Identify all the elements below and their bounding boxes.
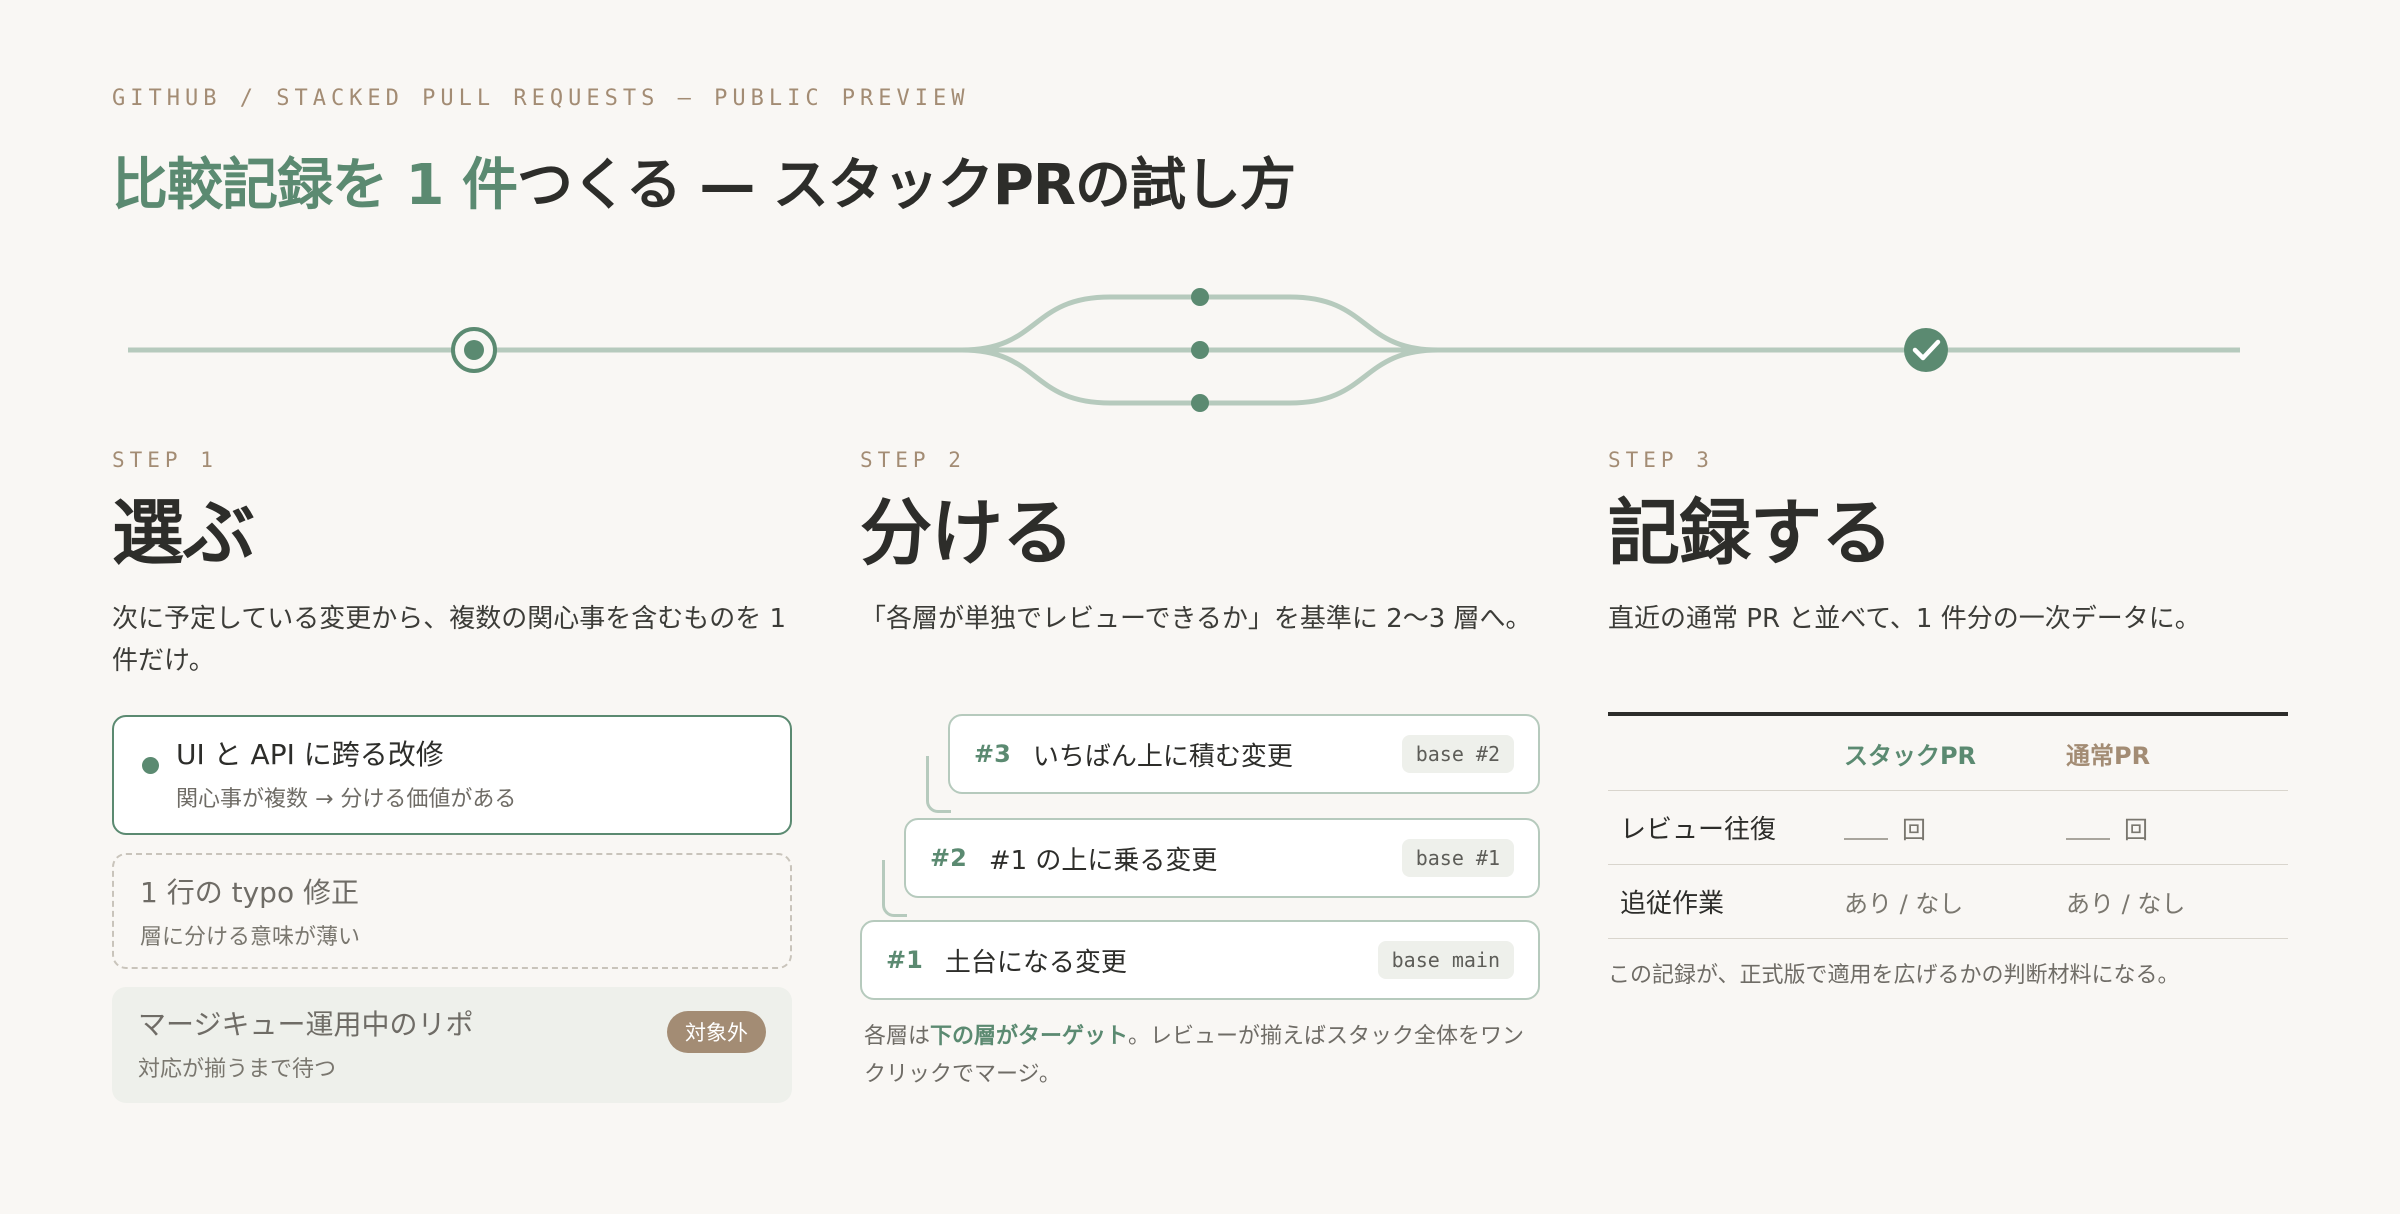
- table-row: レビュー往復 回 回: [1608, 791, 2288, 865]
- option-weak: 1 行の typo 修正 層に分ける意味が薄い: [112, 853, 792, 969]
- note-prefix: 各層は: [864, 1024, 931, 1049]
- option-title: UI と API に跨る改修: [176, 738, 444, 771]
- option-selected: UI と API に跨る改修 関心事が複数 → 分ける価値がある: [112, 715, 792, 835]
- table-header: スタックPR 通常PR: [1608, 712, 2288, 791]
- col-stack-pr: スタックPR: [1843, 741, 1977, 770]
- title-rest: つくる — スタックPRの試し方: [516, 153, 1296, 218]
- option-title: 1 行の typo 修正: [140, 876, 359, 909]
- option-sub: 対応が揃うまで待つ: [138, 1057, 337, 1082]
- target-icon-center: [464, 340, 484, 360]
- check-icon: [1904, 328, 1948, 372]
- option-sub: 層に分ける意味が薄い: [140, 925, 361, 950]
- candidate-options: UI と API に跨る改修 関心事が複数 → 分ける価値がある 1 行の ty…: [112, 715, 792, 1121]
- cell-normal: 回: [2065, 810, 2288, 845]
- step-3: STEP 3 記録する 直近の通常 PR と並べて、1 件分の一次データに。: [1608, 448, 2288, 640]
- blank-field: [1843, 838, 1888, 840]
- step-desc: 次に予定している変更から、複数の関心事を含むものを 1 件だけ。: [112, 603, 787, 676]
- pr-label: いちばん上に積む変更: [1032, 741, 1293, 772]
- step-title: 記録する: [1608, 491, 1893, 575]
- step-label: STEP 2: [860, 448, 966, 472]
- step-label: STEP 1: [112, 448, 218, 472]
- step-title: 選ぶ: [112, 491, 255, 575]
- step-title: 分ける: [860, 491, 1074, 575]
- step-desc: 直近の通常 PR と並べて、1 件分の一次データに。: [1608, 603, 2201, 634]
- selected-dot-icon: [142, 757, 159, 774]
- step-desc: 「各層が単独でレビューできるか」を基準に 2〜3 層へ。: [860, 603, 1532, 634]
- pr-base-tag: base #1: [1401, 839, 1514, 877]
- pr-card-2: #2 #1 の上に乗る変更 base #1: [904, 818, 1540, 898]
- branch-node-bottom: [1191, 394, 1209, 412]
- row-label: 追従作業: [1620, 889, 1725, 919]
- row-label: レビュー往復: [1620, 815, 1777, 845]
- pr-label: 土台になる変更: [944, 947, 1127, 978]
- option-excluded: マージキュー運用中のリポ 対応が揃うまで待つ 対象外: [112, 987, 792, 1103]
- pr-card-1: #1 土台になる変更 base main: [860, 920, 1540, 1000]
- pr-label: #1 の上に乗る変更: [988, 845, 1218, 876]
- step-label: STEP 3: [1608, 448, 1714, 472]
- option-sub: 関心事が複数 → 分ける価値がある: [176, 787, 517, 812]
- cell-stack: あり / なし: [1843, 890, 1964, 918]
- blank-field: [2065, 838, 2110, 840]
- stack-note: 各層は下の層がターゲット。レビューが揃えばスタック全体をワンクリックでマージ。: [864, 1018, 1544, 1094]
- branch-node-top: [1191, 288, 1209, 306]
- cell-unit: 回: [2123, 816, 2148, 844]
- excluded-badge: 対象外: [667, 1011, 766, 1053]
- title-accent: 比較記録を 1 件: [112, 153, 518, 218]
- col-normal-pr: 通常PR: [2065, 741, 2151, 770]
- pr-base-tag: base #2: [1401, 735, 1514, 773]
- eyebrow: GITHUB / STACKED PULL REQUESTS — PUBLIC …: [112, 86, 970, 111]
- cell-stack: 回: [1843, 810, 2066, 845]
- table-row: 追従作業 あり / なし あり / なし: [1608, 865, 2288, 939]
- pr-number: #1: [886, 946, 923, 974]
- flow-diagram: [128, 288, 2240, 412]
- branch-node-middle: [1191, 341, 1209, 359]
- pr-number: #3: [974, 740, 1011, 768]
- step-1: STEP 1 選ぶ 次に予定している変更から、複数の関心事を含むものを 1 件だ…: [112, 448, 792, 682]
- page-title: 比較記録を 1 件つくる — スタックPRの試し方: [112, 140, 1296, 221]
- pr-number: #2: [930, 844, 967, 872]
- record-table: スタックPR 通常PR レビュー往復 回 回 追従作業 あり / なし あり /…: [1608, 712, 2288, 989]
- pr-stack: #3 いちばん上に積む変更 base #2 #2 #1 の上に乗る変更 base…: [860, 714, 1540, 1014]
- cell-normal: あり / なし: [2065, 890, 2186, 918]
- note-emphasis: 下の層がターゲット: [930, 1024, 1129, 1049]
- cell-unit: 回: [1901, 816, 1926, 844]
- table-footnote: この記録が、正式版で適用を広げるかの判断材料になる。: [1608, 963, 2180, 988]
- pr-card-3: #3 いちばん上に積む変更 base #2: [948, 714, 1540, 794]
- pr-base-tag: base main: [1377, 941, 1514, 979]
- step-2: STEP 2 分ける 「各層が単独でレビューできるか」を基準に 2〜3 層へ。: [860, 448, 1540, 640]
